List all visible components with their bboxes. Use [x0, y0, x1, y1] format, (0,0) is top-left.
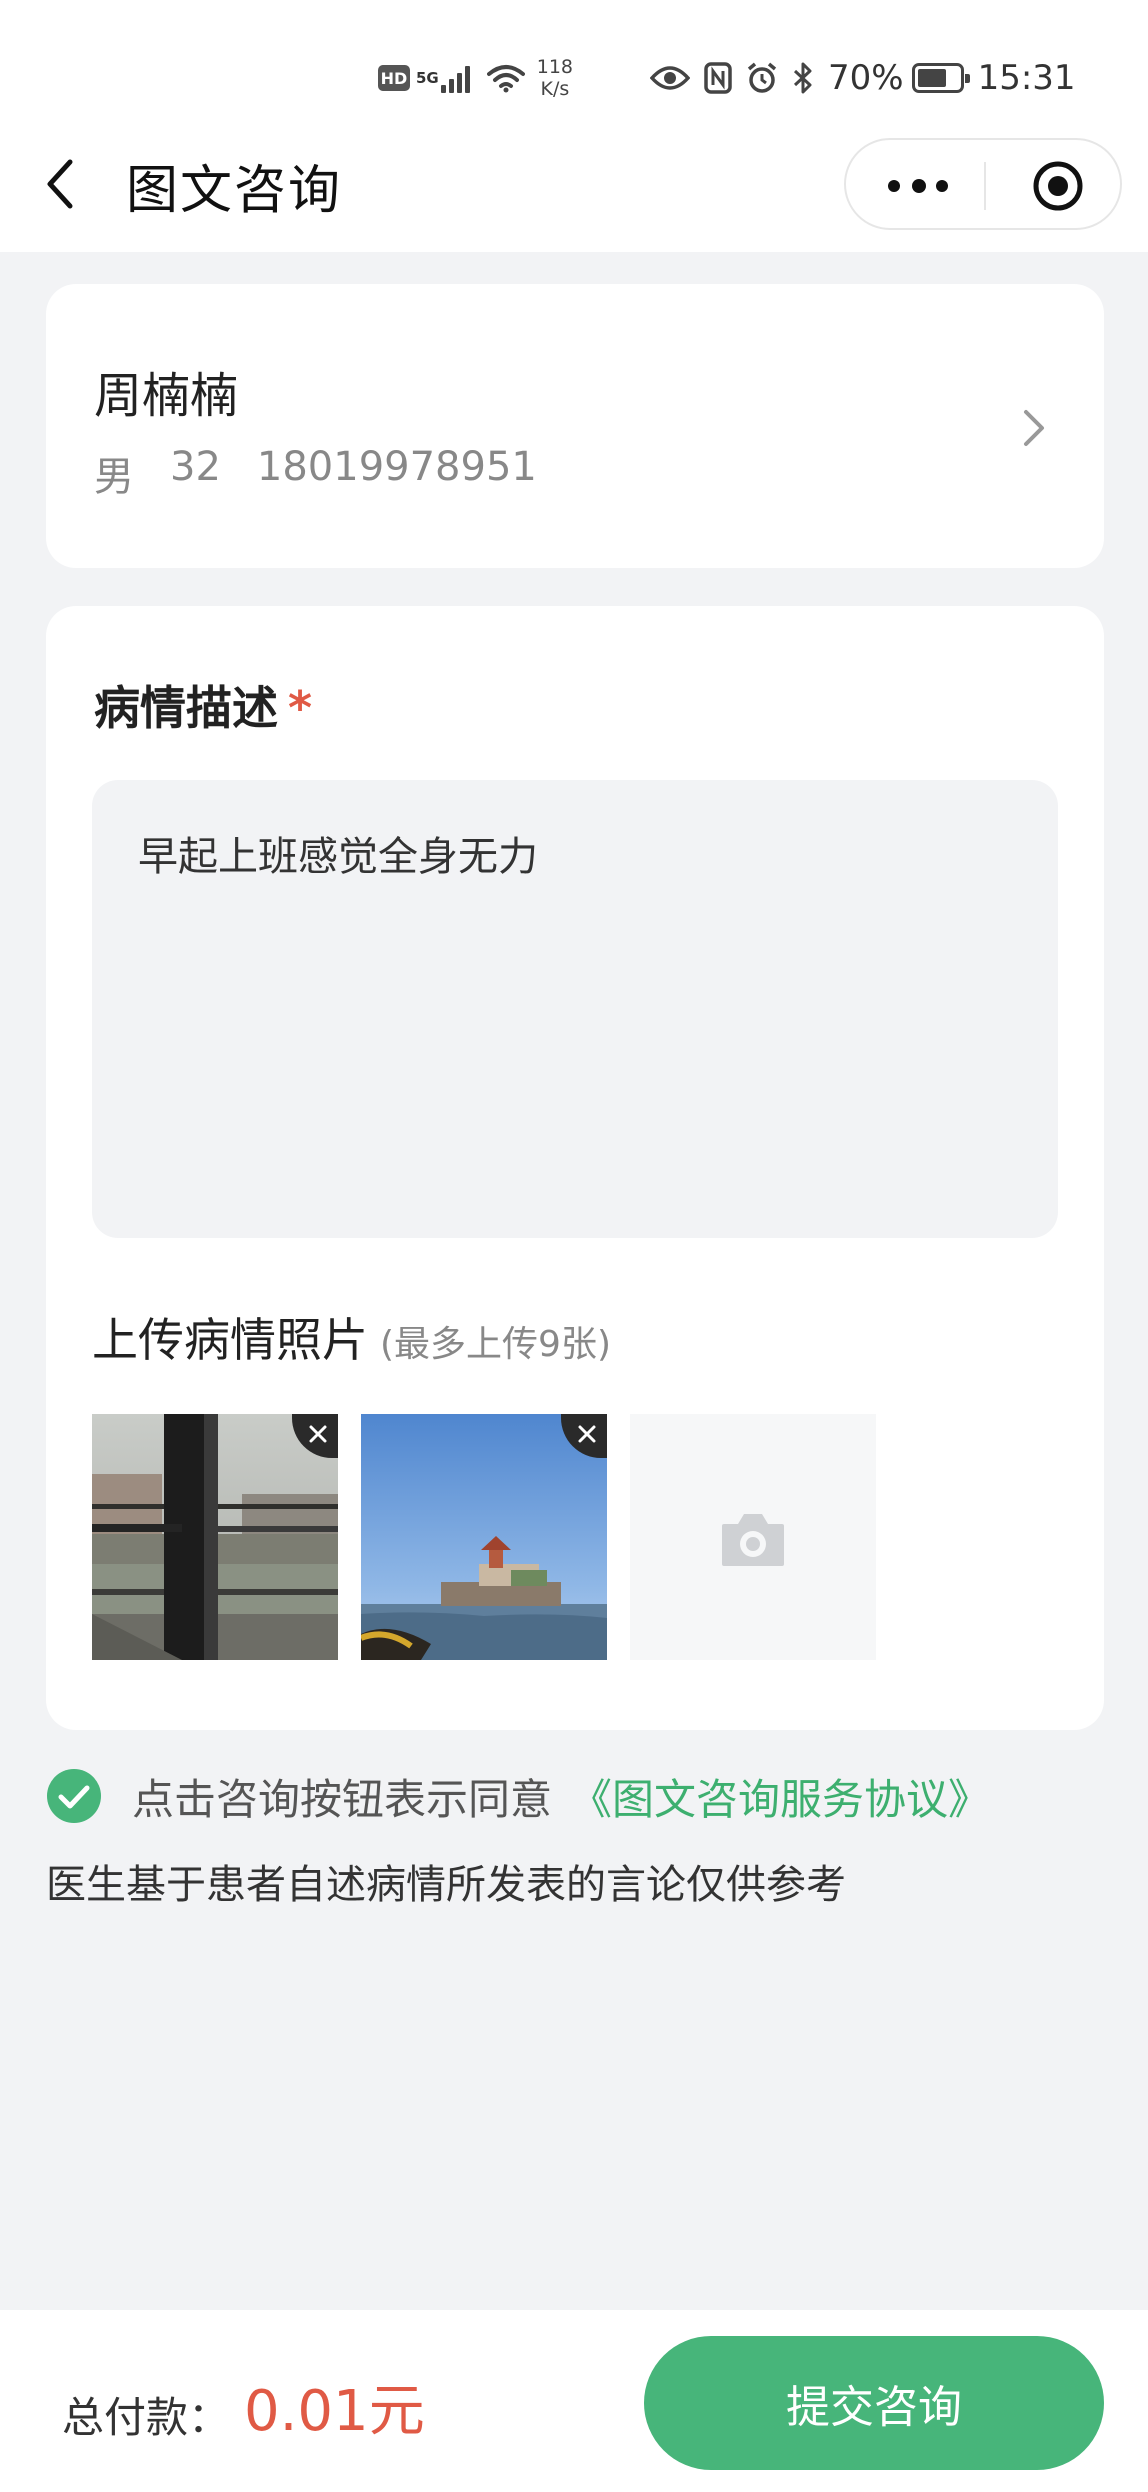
page-title: 图文咨询: [126, 161, 343, 221]
patient-phone: 18019978951: [256, 444, 537, 490]
wifi-icon: [486, 65, 525, 93]
uploaded-photo-1[interactable]: [92, 1414, 338, 1660]
required-mark: *: [288, 681, 313, 735]
capsule-divider: [984, 162, 986, 210]
agreement-row: 点击咨询按钮表示同意 《图文咨询服务协议》: [132, 1766, 990, 1827]
status-left: HD 5G 118 K/s: [378, 50, 573, 106]
upload-title: 上传病情照片 (最多上传9张): [92, 1304, 611, 1370]
total-label: 总付款：: [62, 2393, 231, 2442]
hd-badge: HD: [378, 65, 410, 91]
target-circle-icon[interactable]: [1030, 158, 1086, 214]
upload-title-text: 上传病情照片: [92, 1313, 368, 1367]
status-right: 70% 15:31: [650, 50, 1076, 106]
patient-age: 32: [170, 444, 221, 490]
close-icon: [578, 1425, 596, 1443]
agreement-checkbox[interactable]: [46, 1768, 102, 1824]
condition-textarea[interactable]: 早起上班感觉全身无力: [92, 780, 1058, 1238]
battery-percent: 70%: [828, 58, 904, 98]
disclaimer-text: 医生基于患者自述病情所发表的言论仅供参考: [46, 1862, 846, 1908]
agreement-text: 点击咨询按钮表示同意: [132, 1775, 553, 1824]
close-icon: [309, 1425, 327, 1443]
signal-icon: [440, 63, 473, 93]
condition-card: 病情描述 * 早起上班感觉全身无力 上传病情照片 (最多上传9张): [46, 606, 1104, 1730]
condition-title: 病情描述 *: [94, 672, 312, 738]
status-bar: HD 5G 118 K/s 70% 15:31: [0, 0, 1148, 140]
mini-program-capsule: [844, 138, 1122, 230]
submit-consult-button[interactable]: 提交咨询: [644, 2336, 1104, 2470]
battery-fill: [917, 69, 946, 87]
nfc-icon: [704, 62, 732, 94]
more-dots-icon[interactable]: [888, 176, 948, 196]
agreement-link[interactable]: 《图文咨询服务协议》: [570, 1766, 990, 1827]
network-type: 5G: [416, 68, 439, 87]
bottom-bar: 总付款： 0.01元 提交咨询: [0, 2310, 1148, 2492]
photo-lake-pavilion: [361, 1414, 607, 1660]
bluetooth-icon: [793, 62, 812, 94]
back-arrow-icon[interactable]: [40, 152, 80, 216]
total-amount: 0.01元: [244, 2379, 425, 2444]
speed-unit: K/s: [540, 78, 570, 100]
alarm-icon: [747, 62, 777, 93]
patient-name: 周楠楠: [94, 368, 239, 424]
uploaded-photo-2[interactable]: [361, 1414, 607, 1660]
battery-icon: [911, 63, 970, 93]
patient-card[interactable]: 周楠楠 男 32 18019978951: [46, 284, 1104, 568]
add-photo-button[interactable]: [630, 1414, 876, 1660]
network-speed: 118 K/s: [537, 56, 573, 100]
photo-building-window: [92, 1414, 338, 1660]
condition-title-text: 病情描述: [94, 681, 278, 735]
chevron-right-icon: [1024, 410, 1044, 446]
patient-gender: 男: [94, 454, 134, 500]
patient-info: 男 32 18019978951: [94, 444, 573, 502]
clock: 15:31: [977, 58, 1076, 98]
upload-hint: (最多上传9张): [380, 1324, 611, 1365]
speed-value: 118: [536, 56, 574, 78]
condition-text: 早起上班感觉全身无力: [138, 834, 538, 880]
camera-icon: [722, 1514, 784, 1566]
eye-icon: [650, 66, 690, 90]
